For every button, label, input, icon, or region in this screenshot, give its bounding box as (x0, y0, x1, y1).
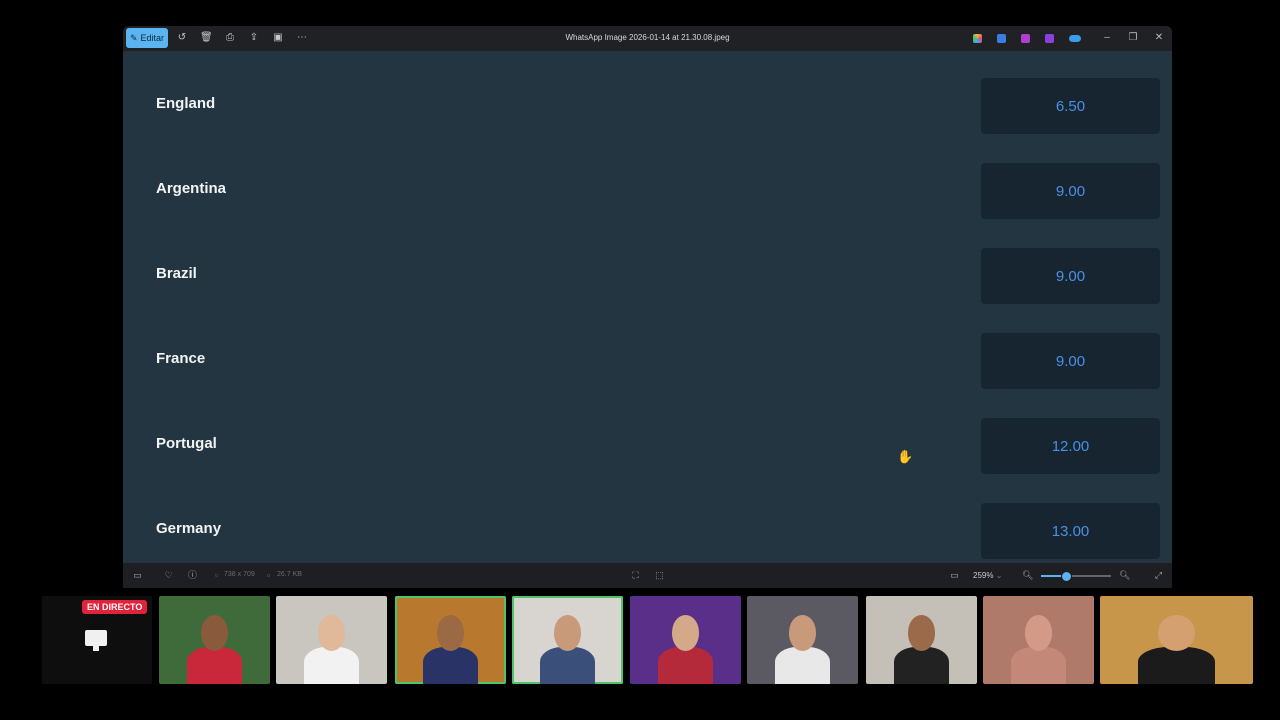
copilot-icon[interactable] (973, 34, 982, 43)
stream-participants-strip: EN DIRECTO (0, 592, 1280, 688)
odds-button[interactable]: 6.50 (981, 78, 1160, 134)
participant-video-tile[interactable] (395, 596, 506, 684)
team-name: Argentina (156, 180, 227, 197)
team-name: France (156, 350, 206, 367)
participant-body (774, 647, 831, 684)
participant-head (318, 615, 345, 651)
title-bar: ✎ Editar ↺ 🗑 ⎙ ⇪ ▣ ⋯ WhatsApp Image 2026… (123, 26, 1172, 51)
participant-head (437, 615, 464, 651)
participant-head (201, 615, 228, 651)
image-dimensions: 738 x 709 (224, 571, 255, 578)
screen-share-icon (85, 630, 107, 651)
participant-video-tile[interactable] (276, 596, 387, 684)
restore-icon[interactable]: ❐ (1127, 32, 1139, 44)
participant-video-tile[interactable] (983, 596, 1094, 684)
odds-value: 9.00 (1055, 182, 1086, 200)
odds-value: 9.00 (1055, 267, 1086, 285)
dimensions-icon: ▫ (214, 570, 219, 580)
close-icon[interactable]: ✕ (1153, 32, 1165, 44)
participant-body (539, 647, 596, 684)
status-bar: ▭ ♡ ⓘ ▫ 738 x 709 ▫ 26.7 KB ⛶ ⬚ ▭ 259% ⌄… (123, 563, 1172, 588)
participant-head (672, 615, 699, 651)
fullscreen-icon[interactable]: ⤢ (1153, 570, 1164, 581)
participant-video-tile[interactable] (1100, 596, 1253, 684)
participant-video-tile[interactable] (747, 596, 858, 684)
screen-share-tile[interactable]: EN DIRECTO (42, 596, 152, 684)
edit-pen-icon[interactable] (997, 34, 1006, 43)
designer-icon[interactable] (1045, 34, 1054, 43)
odds-button[interactable]: 12.00 (981, 418, 1160, 474)
minimize-icon[interactable]: – (1101, 32, 1113, 44)
participant-head (789, 615, 816, 651)
odds-button[interactable]: 9.00 (981, 333, 1160, 389)
clipchamp-icon[interactable] (1021, 34, 1030, 43)
team-name: Germany (156, 520, 222, 537)
zoom-in-icon[interactable]: 🔍︎ (1119, 570, 1130, 581)
participant-video-tile[interactable] (630, 596, 741, 684)
onedrive-icon[interactable] (1069, 35, 1081, 42)
participant-head (1025, 615, 1052, 651)
zoom-out-icon[interactable]: 🔍︎ (1022, 570, 1033, 581)
participant-head (554, 615, 581, 651)
info-icon[interactable]: ⓘ (187, 570, 198, 581)
participant-video-tile[interactable] (512, 596, 623, 684)
hand-cursor-icon: ✋ (897, 449, 914, 464)
team-name: Portugal (156, 435, 217, 452)
participant-body (893, 647, 950, 684)
participant-video-tile[interactable] (159, 596, 270, 684)
select-icon[interactable]: ⬚ (654, 570, 665, 581)
photo-viewer-window: ✎ Editar ↺ 🗑 ⎙ ⇪ ▣ ⋯ WhatsApp Image 2026… (123, 26, 1172, 588)
zoom-level: 259% (973, 571, 994, 580)
odds-value: 6.50 (1055, 97, 1086, 115)
filesize-icon: ▫ (266, 570, 271, 580)
odds-value: 12.00 (1051, 437, 1090, 455)
participant-body (657, 647, 714, 684)
odds-value: 9.00 (1055, 352, 1086, 370)
odds-button[interactable]: 9.00 (981, 163, 1160, 219)
participant-body (186, 647, 243, 684)
file-size: 26.7 KB (277, 571, 302, 578)
participant-body (422, 647, 479, 684)
zoom-level-dropdown[interactable]: 259% ⌄ (973, 568, 1013, 583)
odds-button[interactable]: 13.00 (981, 503, 1160, 559)
participant-body (1010, 647, 1067, 684)
live-badge: EN DIRECTO (82, 600, 148, 614)
participant-head (908, 615, 935, 651)
team-name: Brazil (156, 265, 197, 282)
window-title: WhatsApp Image 2026-01-14 at 21.30.08.jp… (565, 33, 730, 42)
image-canvas[interactable]: England 6.50 Argentina 9.00 Brazil 9.00 … (123, 51, 1172, 563)
actual-size-icon[interactable]: ▭ (949, 570, 960, 581)
participant-body (303, 647, 360, 684)
participant-head (1158, 615, 1195, 651)
chevron-down-icon: ⌄ (995, 571, 1003, 580)
odds-button[interactable]: 9.00 (981, 248, 1160, 304)
favorite-icon[interactable]: ♡ (163, 570, 174, 581)
fit-screen-icon[interactable]: ⛶ (630, 570, 641, 581)
team-name: England (156, 95, 216, 112)
zoom-slider-thumb[interactable] (1060, 571, 1072, 582)
odds-value: 13.00 (1051, 522, 1090, 540)
participant-video-tile[interactable] (866, 596, 977, 684)
zoom-slider[interactable] (1041, 571, 1111, 582)
filmstrip-icon[interactable]: ▭ (132, 570, 143, 581)
participant-body (1138, 647, 1215, 684)
